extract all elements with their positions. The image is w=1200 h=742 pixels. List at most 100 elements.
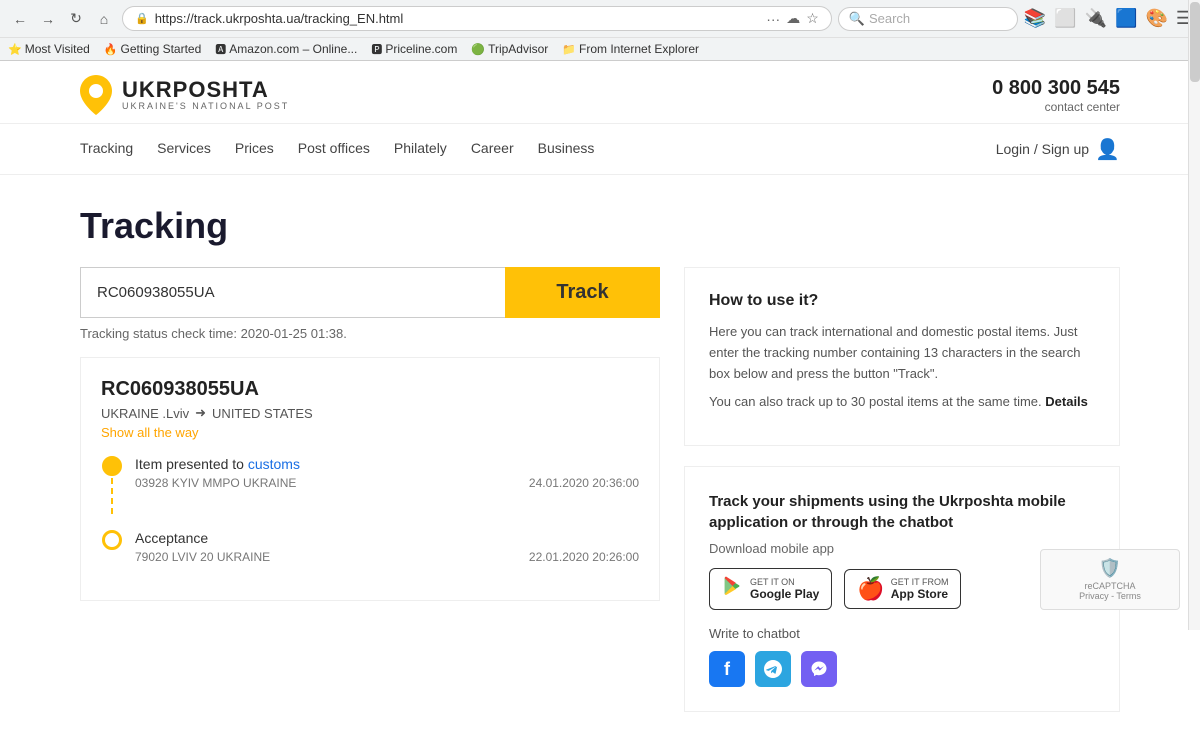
arrow-icon: ➜ — [195, 405, 206, 421]
bookmark-label: Getting Started — [121, 42, 202, 56]
bookmark-ie[interactable]: 📁 From Internet Explorer — [562, 42, 699, 56]
bookmark-icon[interactable]: ☁ — [786, 10, 800, 27]
timeline-line — [111, 478, 113, 514]
bookmark-most-visited[interactable]: ⭐ Most Visited — [8, 42, 90, 56]
nav-business[interactable]: Business — [538, 124, 595, 174]
browser-chrome: ← → ↻ ⌂ 🔒 https://track.ukrposhta.ua/tra… — [0, 0, 1200, 61]
extension-icon[interactable]: 🔌 — [1085, 8, 1107, 29]
facebook-icon[interactable]: f — [709, 651, 745, 687]
scrollbar[interactable] — [1188, 0, 1200, 630]
track-button[interactable]: Track — [505, 267, 660, 318]
viber-icon[interactable] — [801, 651, 837, 687]
nav-services[interactable]: Services — [157, 124, 211, 174]
nav-tracking[interactable]: Tracking — [80, 124, 133, 174]
details-link[interactable]: Details — [1045, 394, 1088, 409]
google-play-sub: GET IT ON — [750, 577, 819, 587]
timeline-icon-col — [101, 456, 123, 514]
chatbot-label: Write to chatbot — [709, 626, 1095, 641]
bookmark-tripadvisor[interactable]: 🟢 TripAdvisor — [471, 42, 548, 56]
bookmark-icon-fire: 🔥 — [104, 43, 118, 56]
forward-button[interactable]: → — [36, 7, 60, 31]
tracking-left: Track Tracking status check time: 2020-0… — [80, 267, 660, 712]
color-icon[interactable]: 🎨 — [1145, 8, 1167, 29]
timeline-sub: 03928 KYIV MMPO UKRAINE 24.01.2020 20:36… — [135, 476, 639, 490]
info-card-text2: You can also track up to 30 postal items… — [709, 392, 1095, 413]
star-icon[interactable]: ☆ — [806, 10, 819, 27]
bookmark-priceline[interactable]: 🅿 Priceline.com — [371, 41, 457, 57]
browser-toolbar-right: 📚 ⬜ 🔌 🟦 🎨 ☰ — [1024, 8, 1192, 29]
logo-pin-icon — [80, 75, 112, 115]
logo-name: UKRPOSHTA — [122, 79, 289, 101]
bookmark-amazon[interactable]: 🅰 Amazon.com – Online... — [215, 41, 357, 57]
show-all-way-link[interactable]: Show all the way — [101, 425, 639, 440]
info-card-text1: Here you can track international and dom… — [709, 322, 1095, 384]
scrollbar-thumb[interactable] — [1190, 2, 1200, 82]
bookmarks-bar: ⭐ Most Visited 🔥 Getting Started 🅰 Amazo… — [0, 37, 1200, 60]
address-bar[interactable]: 🔒 https://track.ukrposhta.ua/tracking_EN… — [122, 6, 832, 31]
recaptcha-sub: Privacy - Terms — [1051, 591, 1169, 601]
nav-login[interactable]: Login / Sign up 👤 — [996, 137, 1120, 162]
timeline-date: 22.01.2020 20:26:00 — [529, 550, 639, 564]
bookmark-icon-folder: 📁 — [562, 43, 576, 56]
tracking-input[interactable] — [80, 267, 505, 318]
window-icon[interactable]: ⬜ — [1054, 8, 1076, 29]
logo-tagline: UKRAINE'S NATIONAL POST — [122, 101, 289, 111]
more-icon[interactable]: ··· — [766, 11, 780, 27]
bookmark-label: Priceline.com — [385, 42, 457, 56]
site-header: UKRPOSHTA UKRAINE'S NATIONAL POST 0 800 … — [0, 61, 1200, 124]
tracking-input-row: Track — [80, 267, 660, 318]
bookmark-icon-trip: 🟢 — [471, 43, 485, 56]
back-button[interactable]: ← — [8, 7, 32, 31]
profile-icon[interactable]: 🟦 — [1115, 8, 1137, 29]
timeline-item: Item presented to customs 03928 KYIV MMP… — [101, 456, 639, 514]
home-button[interactable]: ⌂ — [92, 7, 116, 31]
info-card-title: How to use it? — [709, 292, 1095, 310]
page-title: Tracking — [80, 205, 1120, 247]
bookmark-icon-amazon: 🅰 — [215, 41, 226, 57]
library-icon[interactable]: 📚 — [1024, 8, 1046, 29]
from-city: UKRAINE .Lviv — [101, 406, 189, 421]
tracking-result: RC060938055UA UKRAINE .Lviv ➜ UNITED STA… — [80, 357, 660, 601]
timeline-location: 03928 KYIV MMPO UKRAINE — [135, 476, 296, 490]
timeline-date: 24.01.2020 20:36:00 — [529, 476, 639, 490]
timeline: Item presented to customs 03928 KYIV MMP… — [101, 456, 639, 564]
browser-toolbar: ← → ↻ ⌂ 🔒 https://track.ukrposhta.ua/tra… — [0, 0, 1200, 37]
nav-links: Tracking Services Prices Post offices Ph… — [80, 124, 594, 174]
bookmark-label: Amazon.com – Online... — [229, 42, 357, 56]
refresh-button[interactable]: ↻ — [64, 7, 88, 31]
app-store-label: App Store — [891, 587, 949, 601]
app-store-badge[interactable]: 🍎 GET IT FROM App Store — [844, 569, 961, 609]
phone-number: 0 800 300 545 — [992, 77, 1120, 100]
tracking-right: How to use it? Here you can track intern… — [684, 267, 1120, 712]
url-text: https://track.ukrposhta.ua/tracking_EN.h… — [155, 11, 760, 26]
browser-nav-buttons: ← → ↻ ⌂ — [8, 7, 116, 31]
user-icon: 👤 — [1095, 137, 1120, 162]
tracking-status-time: Tracking status check time: 2020-01-25 0… — [80, 326, 660, 341]
bookmark-label: From Internet Explorer — [579, 42, 699, 56]
timeline-content: Item presented to customs 03928 KYIV MMP… — [135, 456, 639, 490]
app-card-title: Track your shipments using the Ukrposhta… — [709, 491, 1095, 533]
nav-career[interactable]: Career — [471, 124, 514, 174]
header-right: 0 800 300 545 contact center — [992, 77, 1120, 114]
social-icons: f — [709, 651, 1095, 687]
app-badges: GET IT ON Google Play 🍎 GET IT FROM App … — [709, 568, 1095, 610]
site-nav: Tracking Services Prices Post offices Ph… — [0, 124, 1200, 175]
logo-text: UKRPOSHTA UKRAINE'S NATIONAL POST — [122, 79, 289, 111]
timeline-event: Acceptance — [135, 530, 639, 546]
lock-icon: 🔒 — [135, 12, 149, 25]
timeline-sub: 79020 LVIV 20 UKRAINE 22.01.2020 20:26:0… — [135, 550, 639, 564]
google-play-badge[interactable]: GET IT ON Google Play — [709, 568, 832, 610]
bookmark-getting-started[interactable]: 🔥 Getting Started — [104, 42, 201, 56]
recaptcha-badge: 🛡️ reCAPTCHA Privacy - Terms — [1040, 549, 1180, 610]
nav-prices[interactable]: Prices — [235, 124, 274, 174]
timeline-location: 79020 LVIV 20 UKRAINE — [135, 550, 270, 564]
telegram-icon[interactable] — [755, 651, 791, 687]
google-play-icon — [722, 575, 744, 603]
nav-post-offices[interactable]: Post offices — [298, 124, 370, 174]
timeline-dot — [102, 530, 122, 550]
timeline-event: Item presented to customs — [135, 456, 639, 472]
nav-philately[interactable]: Philately — [394, 124, 447, 174]
timeline-content: Acceptance 79020 LVIV 20 UKRAINE 22.01.2… — [135, 530, 639, 564]
browser-search-bar[interactable]: 🔍 Search — [838, 7, 1018, 31]
tracking-layout: Track Tracking status check time: 2020-0… — [80, 267, 1120, 712]
